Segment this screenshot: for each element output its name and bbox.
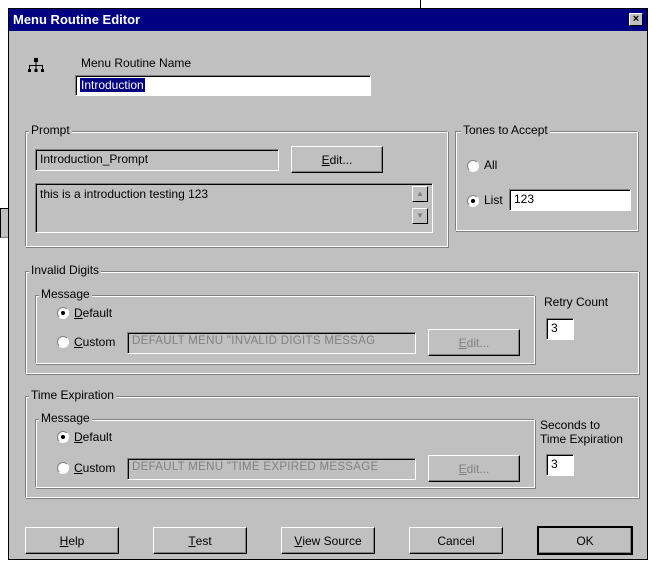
time-message-legend: Message (39, 411, 92, 425)
tones-list-input[interactable]: 123 (509, 189, 631, 211)
time-custom-message-field[interactable]: DEFAULT MENU "TIME EXPIRED MESSAGE (127, 458, 416, 480)
invalid-message-legend: Message (39, 287, 92, 301)
invalid-default-radio[interactable] (57, 307, 69, 319)
close-button[interactable]: × (629, 13, 643, 26)
prompt-name-field[interactable]: Introduction_Prompt (35, 149, 279, 171)
tones-all-label: All (484, 158, 498, 172)
menu-routine-editor-dialog: Menu Routine Editor × Menu Routine Name … (8, 8, 648, 560)
background-window-edge (420, 0, 421, 8)
cancel-button[interactable]: Cancel (409, 527, 503, 554)
tones-all-radio[interactable] (467, 160, 479, 172)
test-button[interactable]: Test (153, 527, 247, 554)
prompt-edit-button[interactable]: Edit... (291, 146, 383, 173)
tones-list-label: List (484, 193, 503, 207)
invalid-default-label: Default (74, 306, 113, 320)
window-title: Menu Routine Editor (13, 12, 141, 27)
time-edit-button[interactable]: Edit... (428, 455, 520, 482)
prompt-text-value: this is a introduction testing 123 (40, 187, 209, 201)
arrow-down-icon: ▼ (416, 211, 424, 220)
view-source-button[interactable]: View Source (281, 527, 375, 554)
routine-name-input[interactable]: Introduction (75, 75, 371, 96)
seconds-label-line1: Seconds to (540, 418, 601, 432)
tones-group (455, 131, 638, 231)
retry-count-label: Retry Count (544, 295, 609, 309)
scroll-up-button[interactable]: ▲ (412, 186, 428, 202)
prompt-legend: Prompt (29, 123, 72, 137)
close-icon: × (632, 13, 640, 25)
help-button[interactable]: Help (25, 527, 119, 554)
seconds-label-line2: Time Expiration (540, 432, 623, 446)
time-expiration-legend: Time Expiration (29, 388, 116, 402)
invalid-custom-radio[interactable] (57, 336, 69, 348)
tones-list-radio[interactable] (467, 195, 479, 207)
prompt-text-area[interactable]: this is a introduction testing 123 (35, 183, 433, 233)
time-custom-label: Custom (74, 461, 116, 475)
arrow-up-icon: ▲ (416, 189, 424, 198)
title-bar[interactable]: Menu Routine Editor × (9, 9, 647, 31)
hierarchy-icon (28, 58, 44, 72)
time-default-radio[interactable] (57, 431, 69, 443)
background-window-fragment (0, 208, 8, 238)
scroll-down-button[interactable]: ▼ (412, 208, 428, 224)
invalid-custom-message-field[interactable]: DEFAULT MENU "INVALID DIGITS MESSAG (127, 332, 416, 354)
prompt-scrollbar[interactable]: ▲ ▼ (412, 186, 428, 228)
ok-button[interactable]: OK (537, 526, 633, 555)
tones-legend: Tones to Accept (461, 123, 550, 137)
routine-name-label: Menu Routine Name (81, 56, 192, 70)
time-default-label: Default (74, 430, 113, 444)
invalid-custom-label: Custom (74, 335, 116, 349)
routine-name-value: Introduction (80, 78, 145, 92)
invalid-digits-legend: Invalid Digits (29, 263, 102, 277)
time-custom-radio[interactable] (57, 462, 69, 474)
retry-count-input[interactable]: 3 (546, 318, 574, 340)
seconds-input[interactable]: 3 (546, 454, 574, 476)
invalid-edit-button[interactable]: Edit... (428, 329, 520, 356)
